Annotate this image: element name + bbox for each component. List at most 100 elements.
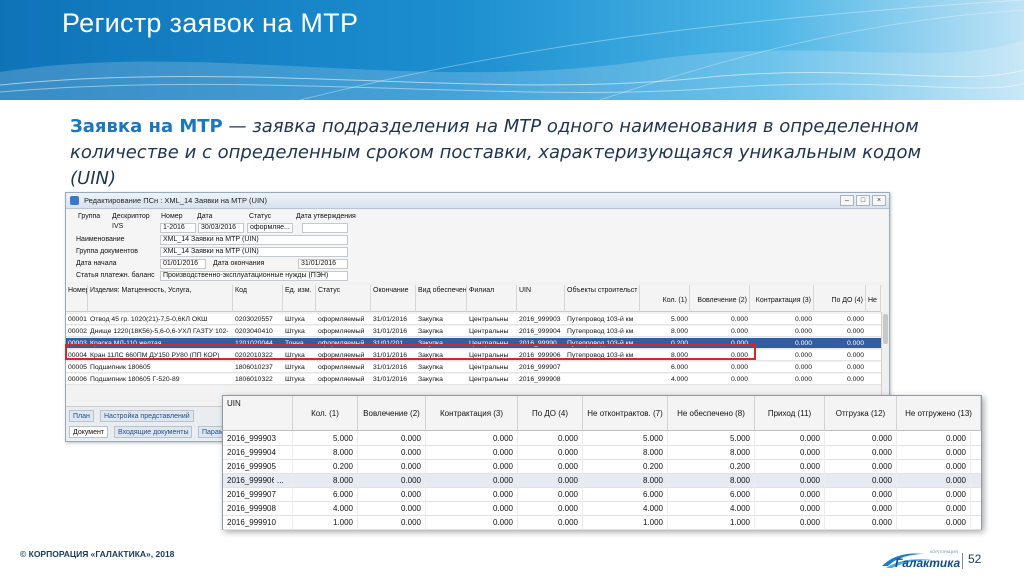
table-row[interactable]: 2016_999910 1.000 0.000 0.000 0.000 1.00… bbox=[223, 516, 981, 530]
number-field[interactable]: 1-2016 bbox=[160, 223, 196, 233]
cell: 4.000 bbox=[670, 376, 688, 383]
col-header[interactable]: По ДО (4) bbox=[814, 285, 866, 312]
cell: Штука bbox=[285, 316, 305, 323]
table-row[interactable]: 00006 Подшипник 180605 Г-520-89 18060103… bbox=[66, 374, 881, 385]
col-header[interactable]: Окончание bbox=[371, 285, 416, 312]
cell: 0.200 bbox=[583, 460, 668, 474]
cell-uin: 2016_999907 bbox=[223, 488, 293, 502]
definition-paragraph: Заявка на МТР — заявка подразделения на … bbox=[70, 114, 970, 192]
table-row[interactable]: 2016_999905 0.200 0.000 0.000 0.000 0.20… bbox=[223, 460, 981, 474]
table-row[interactable]: 2016_999903 5.000 0.000 0.000 0.000 5.00… bbox=[223, 432, 981, 446]
col-header[interactable]: Кол. (1) bbox=[640, 285, 690, 312]
col-header[interactable]: Отгрузка (12) bbox=[825, 396, 897, 431]
end-date-field[interactable]: 31/01/2016 bbox=[298, 259, 348, 269]
cell: оформляемый bbox=[318, 364, 365, 371]
col-header[interactable]: Не отгружено (13) bbox=[897, 396, 981, 431]
cell: 0.000 bbox=[358, 502, 426, 516]
col-header[interactable]: Объекты строительст bbox=[565, 285, 640, 312]
col-header[interactable]: Филиал bbox=[467, 285, 517, 312]
status-dropdown[interactable]: оформляе... bbox=[247, 223, 293, 233]
start-date-label: Дата начала bbox=[76, 260, 117, 267]
cell bbox=[565, 362, 640, 373]
cell: 0.000 bbox=[846, 328, 864, 335]
copyright-text: © КОРПОРАЦИЯ «ГАЛАКТИКА», 2018 bbox=[20, 549, 175, 559]
col-header[interactable]: Вовлечение (2) bbox=[690, 285, 750, 312]
col-header[interactable]: Контрактация (3) bbox=[426, 396, 518, 431]
close-button[interactable]: × bbox=[872, 195, 886, 206]
cell: Центральны bbox=[469, 376, 509, 383]
col-header[interactable]: UIN bbox=[517, 285, 565, 312]
scrollbar-thumb[interactable] bbox=[883, 314, 888, 344]
logo-text: Галактика bbox=[895, 556, 961, 570]
ellipsis-button[interactable]: ... bbox=[275, 474, 293, 488]
col-header[interactable]: Вид обеспечен bbox=[416, 285, 467, 312]
col-header-uin[interactable]: UIN bbox=[223, 396, 293, 431]
tab-incoming-documents[interactable]: Входящие документы bbox=[114, 426, 193, 438]
cell: Центральны bbox=[469, 328, 509, 335]
col-header[interactable]: Не bbox=[866, 285, 881, 312]
name-field[interactable]: XML_14 Заявки на МТР (UIN) bbox=[160, 235, 348, 245]
col-header[interactable]: Приход (11) bbox=[755, 396, 825, 431]
table-row[interactable]: 00002 Днище 1220(18К56)-5,6-0,6-УХЛ ГАЗТ… bbox=[66, 326, 881, 337]
col-header[interactable]: Номер bbox=[66, 285, 88, 312]
cell: 0.000 bbox=[730, 364, 748, 371]
cell: 0.000 bbox=[794, 352, 812, 359]
descriptor-field[interactable]: IVS bbox=[110, 223, 150, 233]
table-row[interactable]: 2016_999904 8.000 0.000 0.000 0.000 8.00… bbox=[223, 446, 981, 460]
cell: 0.000 bbox=[825, 516, 897, 530]
table-row[interactable]: 00001 Отвод 45 гр. 1020(21)-7,5-0,6КЛ ОК… bbox=[66, 314, 881, 325]
cell: 2016_999908 bbox=[519, 376, 561, 383]
cell: 0.000 bbox=[358, 474, 426, 488]
cell: 0.000 bbox=[518, 460, 583, 474]
definition-term: Заявка на МТР bbox=[70, 116, 223, 137]
col-header[interactable]: Ед. изм. bbox=[283, 285, 316, 312]
col-header[interactable]: Кол. (1) bbox=[293, 396, 358, 431]
cell: 8.000 bbox=[670, 328, 688, 335]
cell-uin: 2016_999906 bbox=[223, 474, 275, 488]
cell: 1.000 bbox=[583, 516, 668, 530]
col-header[interactable]: По ДО (4) bbox=[518, 396, 583, 431]
cell: 8.000 bbox=[583, 474, 668, 488]
cell: 5.000 bbox=[583, 432, 668, 446]
tab-plan[interactable]: План bbox=[69, 410, 94, 422]
cell: 0.000 bbox=[794, 364, 812, 371]
cell: 2016_999904 bbox=[519, 328, 561, 335]
cell: 5.000 bbox=[670, 316, 688, 323]
table-row-selected[interactable]: 2016_999906 ... 8.000 0.000 0.000 0.000 … bbox=[223, 474, 981, 488]
col-header[interactable]: Код bbox=[233, 285, 283, 312]
tab-document[interactable]: Документ bbox=[69, 426, 109, 438]
cell: Путепровод 103-й км bbox=[567, 328, 634, 335]
col-header[interactable]: Статус bbox=[316, 285, 371, 312]
cell: 0.000 bbox=[846, 376, 864, 383]
cell: 4.000 bbox=[293, 502, 358, 516]
cell-uin: 2016_999910 bbox=[223, 516, 293, 530]
col-header[interactable]: Вовлечение (2) bbox=[358, 396, 426, 431]
tab-view-settings[interactable]: Настройка представлений bbox=[100, 410, 194, 422]
col-header[interactable]: Контрактация (3) bbox=[750, 285, 814, 312]
grid-scrollbar[interactable] bbox=[881, 312, 889, 396]
table-row[interactable]: 2016_999908 4.000 0.000 0.000 0.000 4.00… bbox=[223, 502, 981, 516]
cell: 0.000 bbox=[755, 460, 825, 474]
table-row[interactable]: 2016_999907 6.000 0.000 0.000 0.000 6.00… bbox=[223, 488, 981, 502]
payment-article-field[interactable]: Производственно-эксплуатационные нужды (… bbox=[160, 271, 348, 281]
cell: 8.000 bbox=[668, 474, 755, 488]
doc-group-field[interactable]: XML_14 Заявки на МТР (UIN) bbox=[160, 247, 348, 257]
start-date-field[interactable]: 01/01/2016 bbox=[160, 259, 206, 269]
cell: 0.000 bbox=[755, 474, 825, 488]
approval-date-field[interactable] bbox=[302, 223, 348, 233]
col-header[interactable]: Не отконтрактов. (7) bbox=[583, 396, 668, 431]
minimize-button[interactable]: – bbox=[840, 195, 854, 206]
cell: 0.000 bbox=[426, 516, 518, 530]
col-header[interactable]: Не обеспечено (8) bbox=[668, 396, 755, 431]
descriptor-label: Дескриптор bbox=[112, 213, 150, 220]
table-row[interactable]: 00005 Подшипник 180605 1806010237 Штука … bbox=[66, 362, 881, 373]
window-titlebar: Редактирование ПСн : XML_14 Заявки на МТ… bbox=[66, 193, 889, 209]
window-title: Редактирование ПСн : XML_14 Заявки на МТ… bbox=[84, 196, 267, 205]
date-field[interactable]: 30/03/2016 bbox=[198, 223, 244, 233]
cell: Закупка bbox=[418, 376, 443, 383]
cell: 0.000 bbox=[730, 328, 748, 335]
cell: 0.000 bbox=[897, 432, 971, 446]
maximize-button[interactable]: □ bbox=[856, 195, 870, 206]
cell: Подшипник 180605 Г-520-89 bbox=[90, 376, 180, 383]
col-header[interactable]: Изделия: Матценность, Услуга, bbox=[88, 285, 233, 312]
